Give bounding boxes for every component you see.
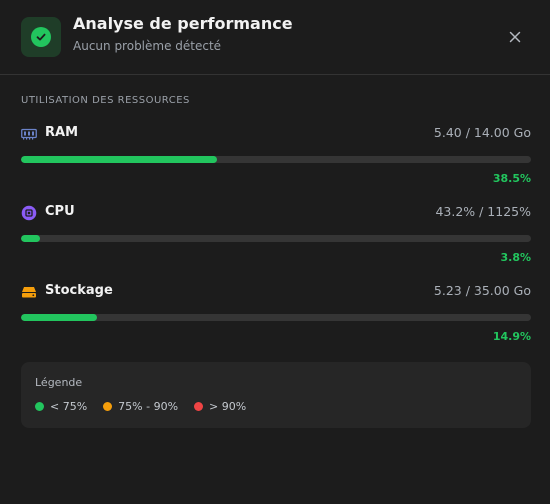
legend-item-warning: 75% - 90% <box>103 400 178 413</box>
performance-panel: Analyse de performance Aucun problème dé… <box>0 0 550 504</box>
resource-percent: 38.5% <box>492 172 531 185</box>
progress-fill <box>21 235 41 242</box>
resource-ram: RAM 5.40 / 14.00 Go 38.5% <box>21 124 531 185</box>
ram-icon <box>21 126 37 142</box>
section-title: UTILISATION DES RESSOURCES <box>21 95 190 106</box>
resource-cpu: CPU 43.2% / 1125% 3.8% <box>21 203 531 264</box>
storage-icon <box>21 284 37 300</box>
legend-dot <box>103 402 113 411</box>
legend-label: < 75% <box>50 400 88 413</box>
resource-value: 5.40 / 14.00 Go <box>433 125 531 140</box>
close-icon <box>509 31 521 43</box>
resource-name: Stockage <box>45 283 113 298</box>
legend-dot <box>35 402 44 411</box>
legend-label: > 90% <box>209 400 247 413</box>
progress-track <box>21 235 531 242</box>
resource-percent: 3.8% <box>500 251 531 264</box>
legend-label: 75% - 90% <box>118 400 179 413</box>
legend-item-danger: > 90% <box>194 400 246 413</box>
legend-item-ok: < 75% <box>35 400 87 413</box>
cpu-icon <box>21 205 37 221</box>
status-tile <box>21 17 61 57</box>
resource-percent: 14.9% <box>492 330 531 343</box>
progress-track <box>21 156 531 163</box>
progress-fill <box>21 156 218 163</box>
resource-name: RAM <box>45 125 79 140</box>
progress-fill <box>21 314 97 321</box>
progress-track <box>21 314 531 321</box>
legend-box: Légende < 75% 75% - 90% > 90% <box>21 362 531 428</box>
resource-value: 5.23 / 35.00 Go <box>433 283 531 298</box>
resource-value: 43.2% / 1125% <box>435 204 531 219</box>
panel-subtitle: Aucun problème détecté <box>73 39 222 53</box>
panel-title: Analyse de performance <box>73 14 293 33</box>
legend-title: Légende <box>35 376 83 389</box>
legend-items: < 75% 75% - 90% > 90% <box>35 400 262 413</box>
panel-header: Analyse de performance Aucun problème dé… <box>0 0 550 75</box>
resource-storage: Stockage 5.23 / 35.00 Go 14.9% <box>21 282 531 343</box>
check-circle-icon <box>31 27 51 47</box>
legend-dot <box>194 402 204 411</box>
resource-name: CPU <box>45 204 75 219</box>
close-button[interactable] <box>503 25 527 49</box>
